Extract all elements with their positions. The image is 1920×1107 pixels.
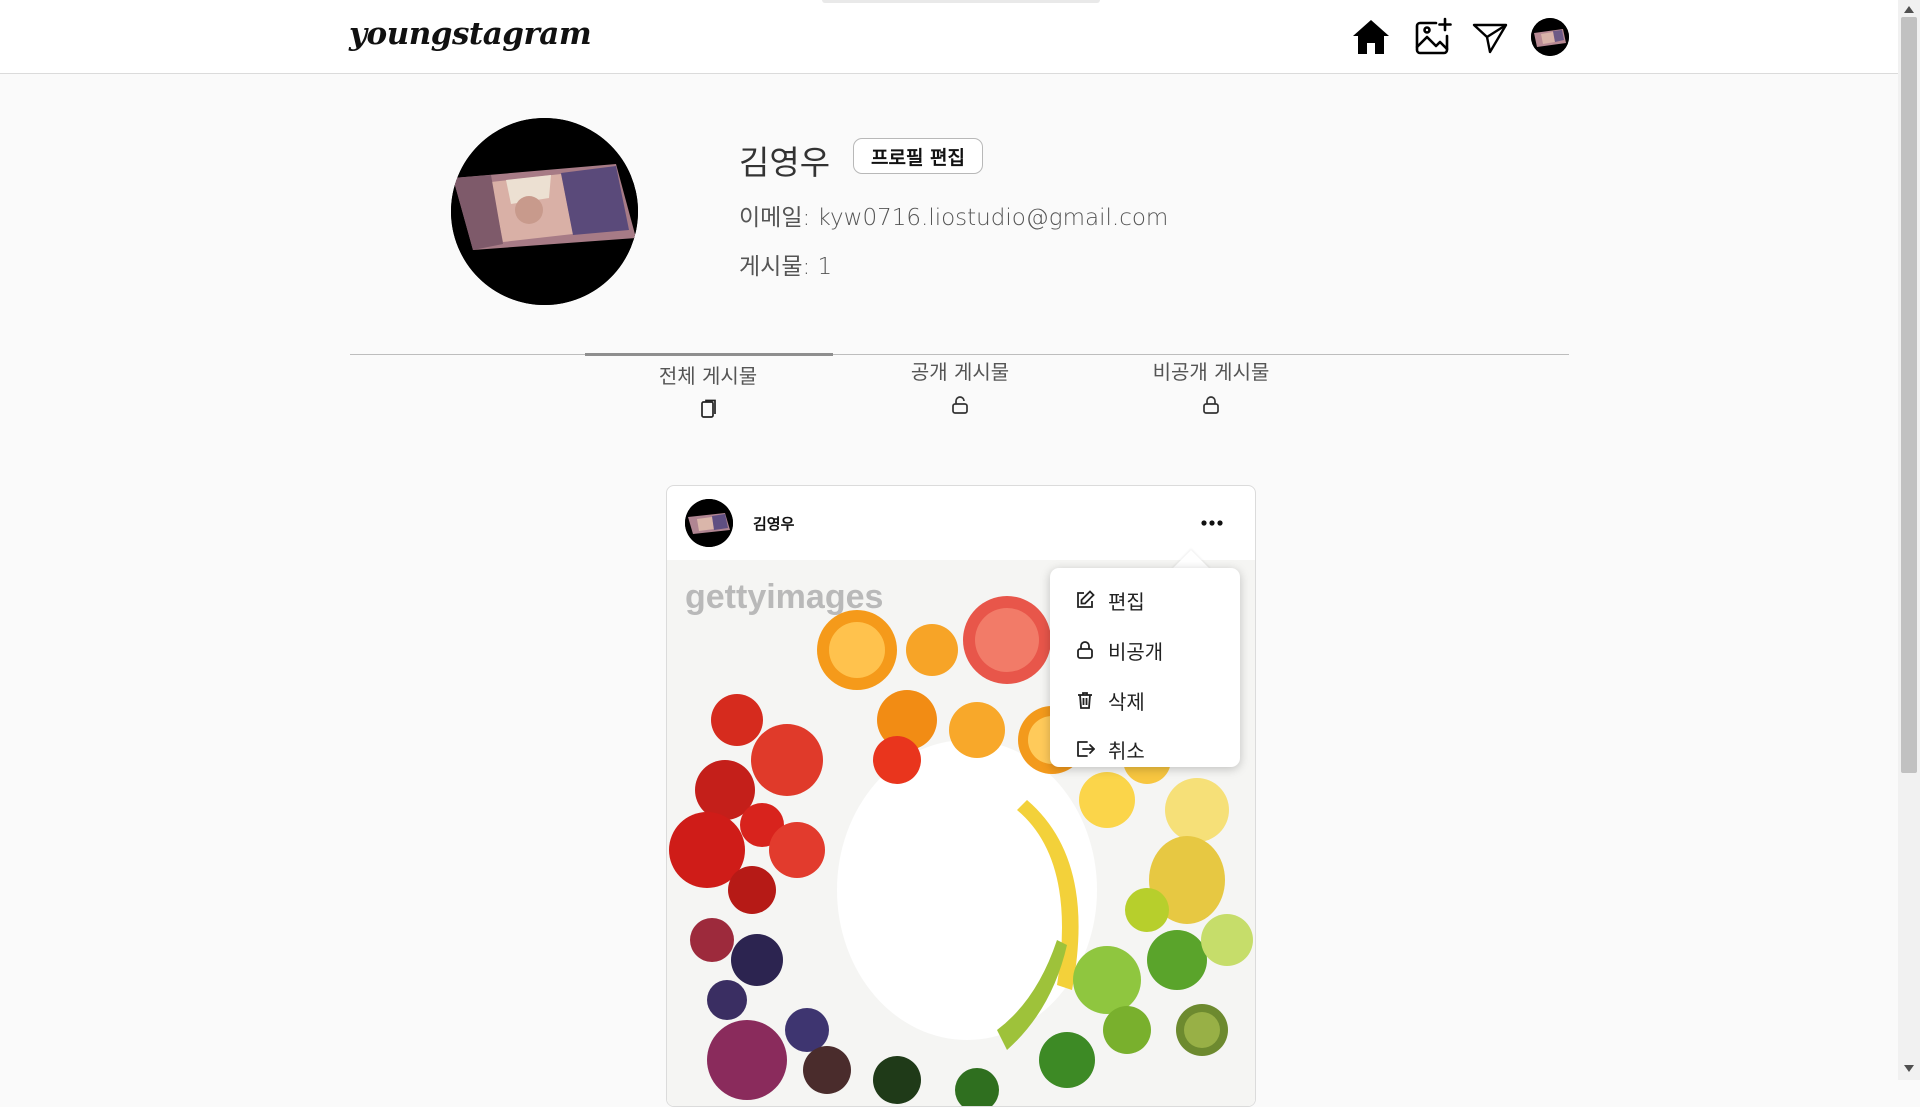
logout-icon: [1077, 741, 1095, 757]
menu-item-label: 삭제: [1108, 689, 1145, 714]
profile-name: 김영우: [739, 143, 831, 182]
menu-item-label: 비공개: [1108, 639, 1164, 664]
profile-avatar[interactable]: [451, 118, 638, 305]
more-options-icon[interactable]: [1197, 508, 1227, 538]
email-value: kyw0716.liostudio@gmail.com: [817, 205, 1169, 231]
tab-label: 전체 게시물: [658, 364, 758, 388]
unlock-icon: [952, 396, 968, 414]
edit-profile-button[interactable]: 프로필 편집: [853, 138, 983, 174]
top-indicator: [822, 0, 1100, 3]
menu-item-edit[interactable]: 편집: [1074, 583, 1234, 617]
menu-item-cancel[interactable]: 취소: [1074, 732, 1234, 766]
avatar[interactable]: [1531, 18, 1569, 56]
tab-public-posts[interactable]: 공개 게시물: [850, 356, 1070, 415]
scrollbar-thumb[interactable]: [1901, 17, 1917, 773]
post-count-info: 게시물: 1: [739, 247, 832, 281]
menu-arrow: [1172, 550, 1210, 569]
lock-icon: [1077, 641, 1093, 659]
menu-item-delete[interactable]: 삭제: [1074, 683, 1234, 717]
add-photo-icon[interactable]: [1412, 16, 1454, 58]
edit-icon: [1077, 590, 1095, 608]
post-author-avatar[interactable]: [685, 499, 733, 547]
scroll-up-arrow-icon[interactable]: [1904, 6, 1914, 13]
tab-label: 공개 게시물: [910, 360, 1010, 384]
email-info: 이메일: kyw0716.liostudio@gmail.com: [739, 198, 1168, 232]
send-icon[interactable]: [1470, 16, 1510, 58]
logo[interactable]: youngstagram: [349, 16, 592, 52]
scroll-down-arrow-icon[interactable]: [1904, 1065, 1914, 1072]
top-nav-bar: youngstagram: [0, 0, 1898, 74]
posts-label: 게시물:: [739, 254, 811, 280]
lock-icon: [1203, 396, 1219, 414]
scrollbar[interactable]: [1898, 0, 1920, 1080]
menu-item-label: 편집: [1108, 589, 1145, 614]
posts-count: 1: [817, 254, 833, 280]
tab-label: 비공개 게시물: [1152, 360, 1270, 384]
menu-item-label: 취소: [1108, 738, 1145, 763]
post-header: 김영우: [667, 486, 1255, 560]
post-username[interactable]: 김영우: [753, 513, 794, 534]
tab-private-posts[interactable]: 비공개 게시물: [1101, 356, 1321, 415]
home-icon[interactable]: [1350, 16, 1392, 58]
tab-divider: [350, 354, 1569, 355]
post-options-menu: 편집 비공개 삭제 취소: [1050, 568, 1240, 767]
email-label: 이메일:: [739, 205, 811, 231]
watermark-text: gettyimages: [685, 578, 883, 616]
menu-item-private[interactable]: 비공개: [1074, 633, 1234, 667]
active-tab-indicator: [585, 353, 833, 356]
trash-icon: [1078, 692, 1092, 709]
copy-icon: [701, 399, 716, 418]
tab-all-posts[interactable]: 전체 게시물: [598, 360, 818, 419]
